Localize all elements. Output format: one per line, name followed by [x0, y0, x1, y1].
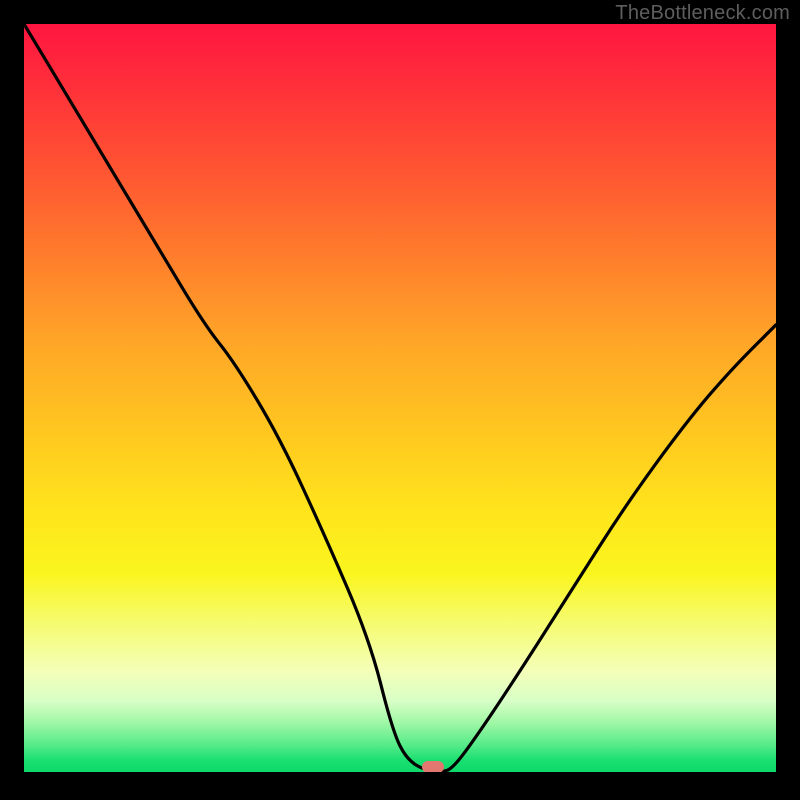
curve-path	[24, 24, 776, 772]
chart-stage: TheBottleneck.com	[0, 0, 800, 800]
bottleneck-curve	[24, 24, 776, 776]
plot-baseline	[24, 772, 776, 776]
watermark-text: TheBottleneck.com	[615, 2, 790, 25]
gradient-plot-area	[24, 24, 776, 776]
